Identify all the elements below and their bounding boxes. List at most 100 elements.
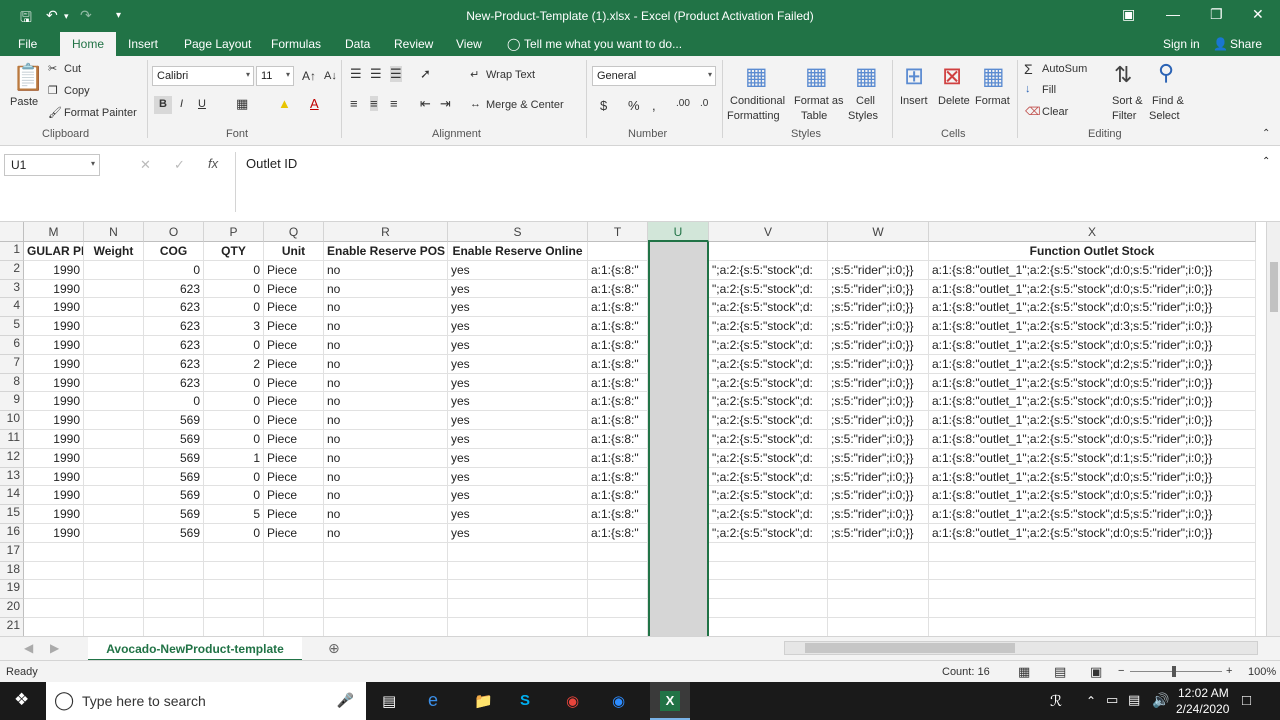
windows-start-icon[interactable]: ❖ (14, 690, 29, 710)
excel-taskbar-button[interactable]: X (650, 682, 690, 720)
task-view-icon[interactable]: ▤ (382, 692, 396, 710)
align-middle-icon[interactable]: ☰ (370, 66, 382, 82)
horizontal-scroll-thumb[interactable] (805, 643, 1015, 653)
table-cell[interactable]: 623 (144, 373, 204, 393)
table-cell[interactable] (84, 580, 144, 600)
table-cell[interactable]: 3 (204, 317, 264, 336)
column-header-u[interactable]: U (648, 222, 709, 242)
tab-file[interactable]: File (18, 37, 37, 51)
header-cell[interactable]: Unit (264, 242, 324, 261)
table-cell[interactable] (84, 430, 144, 449)
table-cell[interactable] (204, 542, 264, 562)
table-cell[interactable]: 623 (144, 336, 204, 355)
table-cell[interactable]: ;s:5:"rider";i:0;}} (828, 524, 929, 543)
table-cell[interactable]: a:1:{s:8:"outlet_1";a:2:{s:5:"stock";d:0… (929, 392, 1256, 412)
table-cell[interactable]: ;s:5:"rider";i:0;}} (828, 448, 929, 468)
align-top-icon[interactable]: ☰ (350, 66, 362, 82)
table-cell[interactable] (204, 599, 264, 618)
table-cell[interactable]: 1 (204, 448, 264, 468)
table-cell[interactable] (144, 618, 204, 636)
table-cell[interactable]: 1990 (24, 279, 84, 299)
table-cell[interactable]: Piece (264, 317, 324, 336)
clear-button[interactable]: Clear (1042, 106, 1068, 118)
clear-icon[interactable]: ⌫ (1025, 105, 1041, 118)
find-select-icon[interactable]: ⚲ (1158, 60, 1174, 86)
table-cell[interactable]: 569 (144, 524, 204, 543)
table-cell[interactable] (588, 580, 648, 600)
page-layout-view-icon[interactable]: ▤ (1054, 664, 1066, 680)
table-cell[interactable]: 1990 (24, 486, 84, 506)
table-cell[interactable]: 623 (144, 354, 204, 374)
table-cell[interactable]: a:1:{s:8:"outlet_1";a:2:{s:5:"stock";d:0… (929, 260, 1256, 280)
table-cell[interactable]: a:1:{s:8:" (588, 373, 648, 393)
table-cell[interactable]: ;s:5:"rider";i:0;}} (828, 336, 929, 355)
table-cell[interactable]: a:1:{s:8:"outlet_1";a:2:{s:5:"stock";d:0… (929, 298, 1256, 318)
table-cell[interactable]: no (324, 448, 448, 468)
table-cell[interactable]: 1990 (24, 411, 84, 430)
table-cell[interactable] (324, 618, 448, 636)
decrease-indent-icon[interactable]: ⇤ (420, 96, 431, 112)
microphone-icon[interactable]: 🎤 (337, 692, 354, 709)
table-cell[interactable]: 0 (144, 392, 204, 412)
table-cell[interactable] (84, 279, 144, 299)
table-cell[interactable] (84, 336, 144, 355)
row-header[interactable]: 21 (0, 618, 24, 636)
table-cell[interactable]: Piece (264, 354, 324, 374)
table-cell[interactable] (264, 580, 324, 600)
notifications-icon[interactable]: □ (1242, 692, 1251, 709)
table-cell[interactable]: 1990 (24, 524, 84, 543)
find-select-label-1[interactable]: Find & (1152, 95, 1184, 107)
increase-decimal-icon[interactable]: .00 (676, 98, 690, 109)
table-cell[interactable]: ";a:2:{s:5:"stock";d: (709, 411, 828, 430)
tab-data[interactable]: Data (345, 37, 370, 51)
chrome-icon[interactable]: ◉ (566, 692, 579, 710)
table-cell[interactable]: ;s:5:"rider";i:0;}} (828, 260, 929, 280)
column-header-q[interactable]: Q (264, 222, 324, 242)
table-cell[interactable]: a:1:{s:8:" (588, 336, 648, 355)
table-cell[interactable]: Piece (264, 260, 324, 280)
table-cell[interactable] (84, 448, 144, 468)
cell-styles-label-2[interactable]: Styles (848, 110, 878, 122)
sort-filter-icon[interactable]: ⇅ (1114, 62, 1132, 88)
font-name-combo[interactable]: Calibri ▾ (152, 66, 254, 86)
table-cell[interactable] (264, 561, 324, 581)
row-header[interactable]: 1 (0, 242, 24, 261)
table-cell[interactable] (828, 599, 929, 618)
table-cell[interactable] (84, 373, 144, 393)
table-cell[interactable]: ;s:5:"rider";i:0;}} (828, 486, 929, 506)
table-cell[interactable] (84, 505, 144, 524)
table-cell[interactable]: a:1:{s:8:" (588, 392, 648, 412)
table-cell[interactable]: no (324, 411, 448, 430)
table-cell[interactable]: ";a:2:{s:5:"stock";d: (709, 260, 828, 280)
table-cell[interactable]: no (324, 298, 448, 318)
format-cells-icon[interactable]: ▦ (982, 62, 1005, 91)
minimize-icon[interactable]: — (1166, 6, 1180, 22)
header-cell[interactable]: COG (144, 242, 204, 261)
column-header-v[interactable]: V (709, 222, 828, 242)
autosum-button[interactable]: AutoSum (1042, 63, 1087, 75)
row-header[interactable]: 20 (0, 599, 24, 618)
new-sheet-icon[interactable]: ⊕ (328, 640, 340, 657)
table-cell[interactable]: 0 (204, 279, 264, 299)
delete-cells-button[interactable]: Delete (938, 95, 970, 107)
edge-icon[interactable]: e (428, 690, 438, 711)
row-header[interactable]: 9 (0, 392, 24, 412)
table-cell[interactable]: Piece (264, 524, 324, 543)
name-box[interactable]: U1 ▾ (4, 154, 100, 176)
format-as-table-icon[interactable]: ▦ (805, 62, 828, 91)
table-cell[interactable] (324, 542, 448, 562)
tab-page-layout[interactable]: Page Layout (184, 37, 251, 51)
network-icon[interactable]: ▤ (1128, 692, 1140, 708)
table-cell[interactable]: 569 (144, 467, 204, 487)
row-header[interactable]: 19 (0, 580, 24, 600)
table-cell[interactable]: a:1:{s:8:" (588, 317, 648, 336)
table-cell[interactable]: a:1:{s:8:"outlet_1";a:2:{s:5:"stock";d:0… (929, 524, 1256, 543)
close-icon[interactable]: ✕ (1252, 6, 1264, 23)
row-header[interactable]: 18 (0, 561, 24, 581)
table-cell[interactable]: 1990 (24, 467, 84, 487)
ribbon-display-icon[interactable]: ▣ (1122, 6, 1135, 23)
table-cell[interactable] (24, 618, 84, 636)
table-cell[interactable] (828, 580, 929, 600)
table-cell[interactable] (448, 561, 588, 581)
table-cell[interactable]: Piece (264, 467, 324, 487)
